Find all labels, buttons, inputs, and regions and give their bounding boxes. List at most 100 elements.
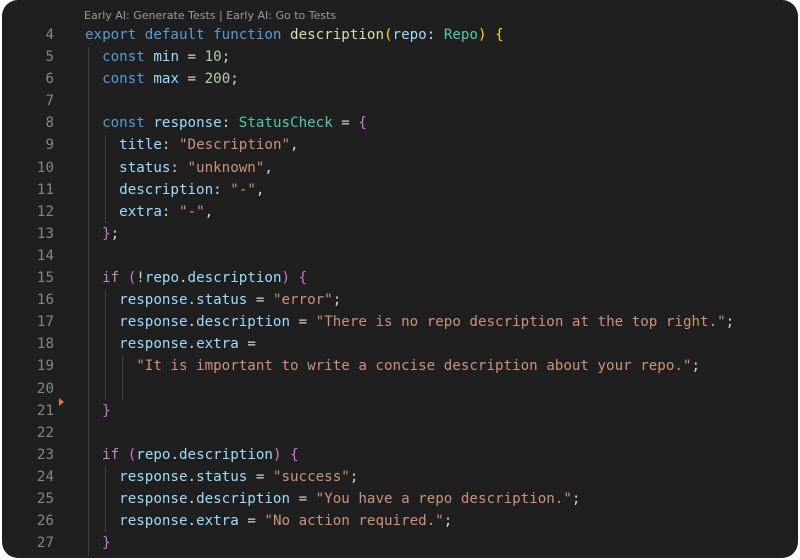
code-text: extra: "-",	[85, 201, 213, 223]
code-line[interactable]: 21 }	[2, 400, 798, 422]
codelens-generate-tests[interactable]: Early AI: Generate Tests	[84, 9, 216, 22]
code-text: if (!repo.description) {	[85, 267, 307, 289]
code-text: const min = 10;	[85, 46, 230, 68]
code-line[interactable]: 22	[2, 422, 798, 444]
code-line[interactable]: 18 response.extra =	[2, 333, 798, 355]
code-token: "success"	[272, 468, 350, 485]
code-token: default	[144, 27, 205, 43]
line-number: 6	[45, 71, 54, 88]
code-token: "No action required."	[264, 513, 444, 530]
code-token: .	[179, 270, 188, 287]
code-line[interactable]: 19 "It is important to write a concise d…	[2, 355, 798, 377]
code-line[interactable]: 8 const response: StatusCheck = {	[2, 112, 798, 134]
code-text: }	[85, 400, 111, 422]
code-token: title	[119, 137, 162, 154]
code-token: =	[238, 513, 265, 530]
code-token: ,	[264, 159, 273, 176]
code-token: "It is important to write a concise desc…	[136, 358, 692, 375]
code-token: status	[196, 292, 248, 309]
code-token: response	[119, 314, 188, 331]
codelens-go-to-tests[interactable]: Early AI: Go to Tests	[226, 9, 336, 22]
line-number: 18	[36, 336, 54, 353]
code-line[interactable]: 13 };	[2, 223, 798, 245]
code-token: ,	[290, 137, 299, 154]
code-token: =	[290, 490, 316, 507]
code-token: =	[247, 468, 273, 485]
code-token: ;	[332, 292, 342, 309]
code-token: ;	[230, 71, 239, 88]
code-line[interactable]: 26 response.extra = "No action required.…	[2, 510, 798, 532]
code-token: =	[178, 49, 205, 66]
code-line[interactable]: 10 status: "unknown",	[2, 157, 798, 179]
code-line[interactable]: 20	[2, 378, 798, 400]
code-token: {	[298, 270, 308, 287]
code-text: response.description = "There is no repo…	[85, 311, 734, 333]
code-line[interactable]: 9 title: "Description",	[2, 134, 798, 156]
code-line[interactable]: 7	[2, 90, 798, 112]
code-token: 10	[204, 49, 222, 66]
code-token: =	[238, 336, 256, 353]
code-token: ;	[725, 314, 735, 331]
code-line[interactable]: 6 const max = 200;	[2, 68, 798, 90]
code-token: (	[384, 27, 393, 43]
code-token: description	[187, 270, 282, 287]
code-line[interactable]: 16 response.status = "error";	[2, 289, 798, 311]
code-token: description	[290, 27, 384, 43]
code-token: {	[358, 115, 367, 132]
code-line[interactable]: 12 extra: "-",	[2, 201, 798, 223]
line-number: 13	[36, 225, 54, 242]
code-token: (	[127, 270, 137, 287]
line-number: 23	[36, 446, 54, 463]
code-line[interactable]: 24 response.status = "success";	[2, 466, 798, 488]
code-token: 200	[204, 71, 231, 88]
line-number: 11	[36, 181, 54, 198]
code-line[interactable]: 5 const min = 10;	[2, 46, 798, 68]
code-token: .	[187, 314, 197, 331]
code-line[interactable]: 17 response.description = "There is no r…	[2, 311, 798, 333]
code-token: "There is no repo description at the top…	[315, 314, 726, 331]
code-line[interactable]: 14	[2, 245, 798, 267]
code-token: =	[178, 71, 205, 88]
code-token: "error"	[272, 292, 333, 309]
code-area[interactable]: 4 export default function description(rep…	[2, 24, 798, 554]
code-line[interactable]: 25 response.description = "You have a re…	[2, 488, 798, 510]
code-token: Repo	[443, 27, 478, 43]
code-line[interactable]: 4 export default function description(rep…	[2, 24, 798, 46]
code-token: response	[119, 292, 188, 309]
code-token: const	[102, 115, 145, 132]
code-text: status: "unknown",	[85, 157, 273, 179]
line-number: 21	[36, 402, 54, 419]
code-token: const	[102, 71, 145, 88]
code-text: response.extra = "No action required.";	[85, 510, 452, 532]
code-token: repo	[136, 446, 171, 463]
code-token: .	[187, 292, 197, 309]
line-number: 8	[45, 115, 54, 132]
code-token: }	[102, 225, 111, 242]
line-number: 16	[36, 292, 54, 309]
code-token: status	[196, 468, 248, 485]
code-token: min	[153, 49, 179, 66]
code-token: response	[153, 115, 222, 132]
line-number: 7	[45, 93, 54, 110]
code-text: "It is important to write a concise desc…	[85, 355, 700, 377]
code-line[interactable]: 23 if (repo.description) {	[2, 444, 798, 466]
code-line[interactable]: 27 }	[2, 532, 798, 554]
code-line[interactable]: 15 if (!repo.description) {	[2, 267, 798, 289]
code-token: status	[119, 159, 171, 176]
line-number: 25	[36, 490, 54, 507]
line-number: 24	[36, 468, 54, 485]
code-token: :	[213, 181, 231, 198]
code-line[interactable]: 11 description: "-",	[2, 179, 798, 201]
code-text: if (repo.description) {	[85, 444, 299, 466]
